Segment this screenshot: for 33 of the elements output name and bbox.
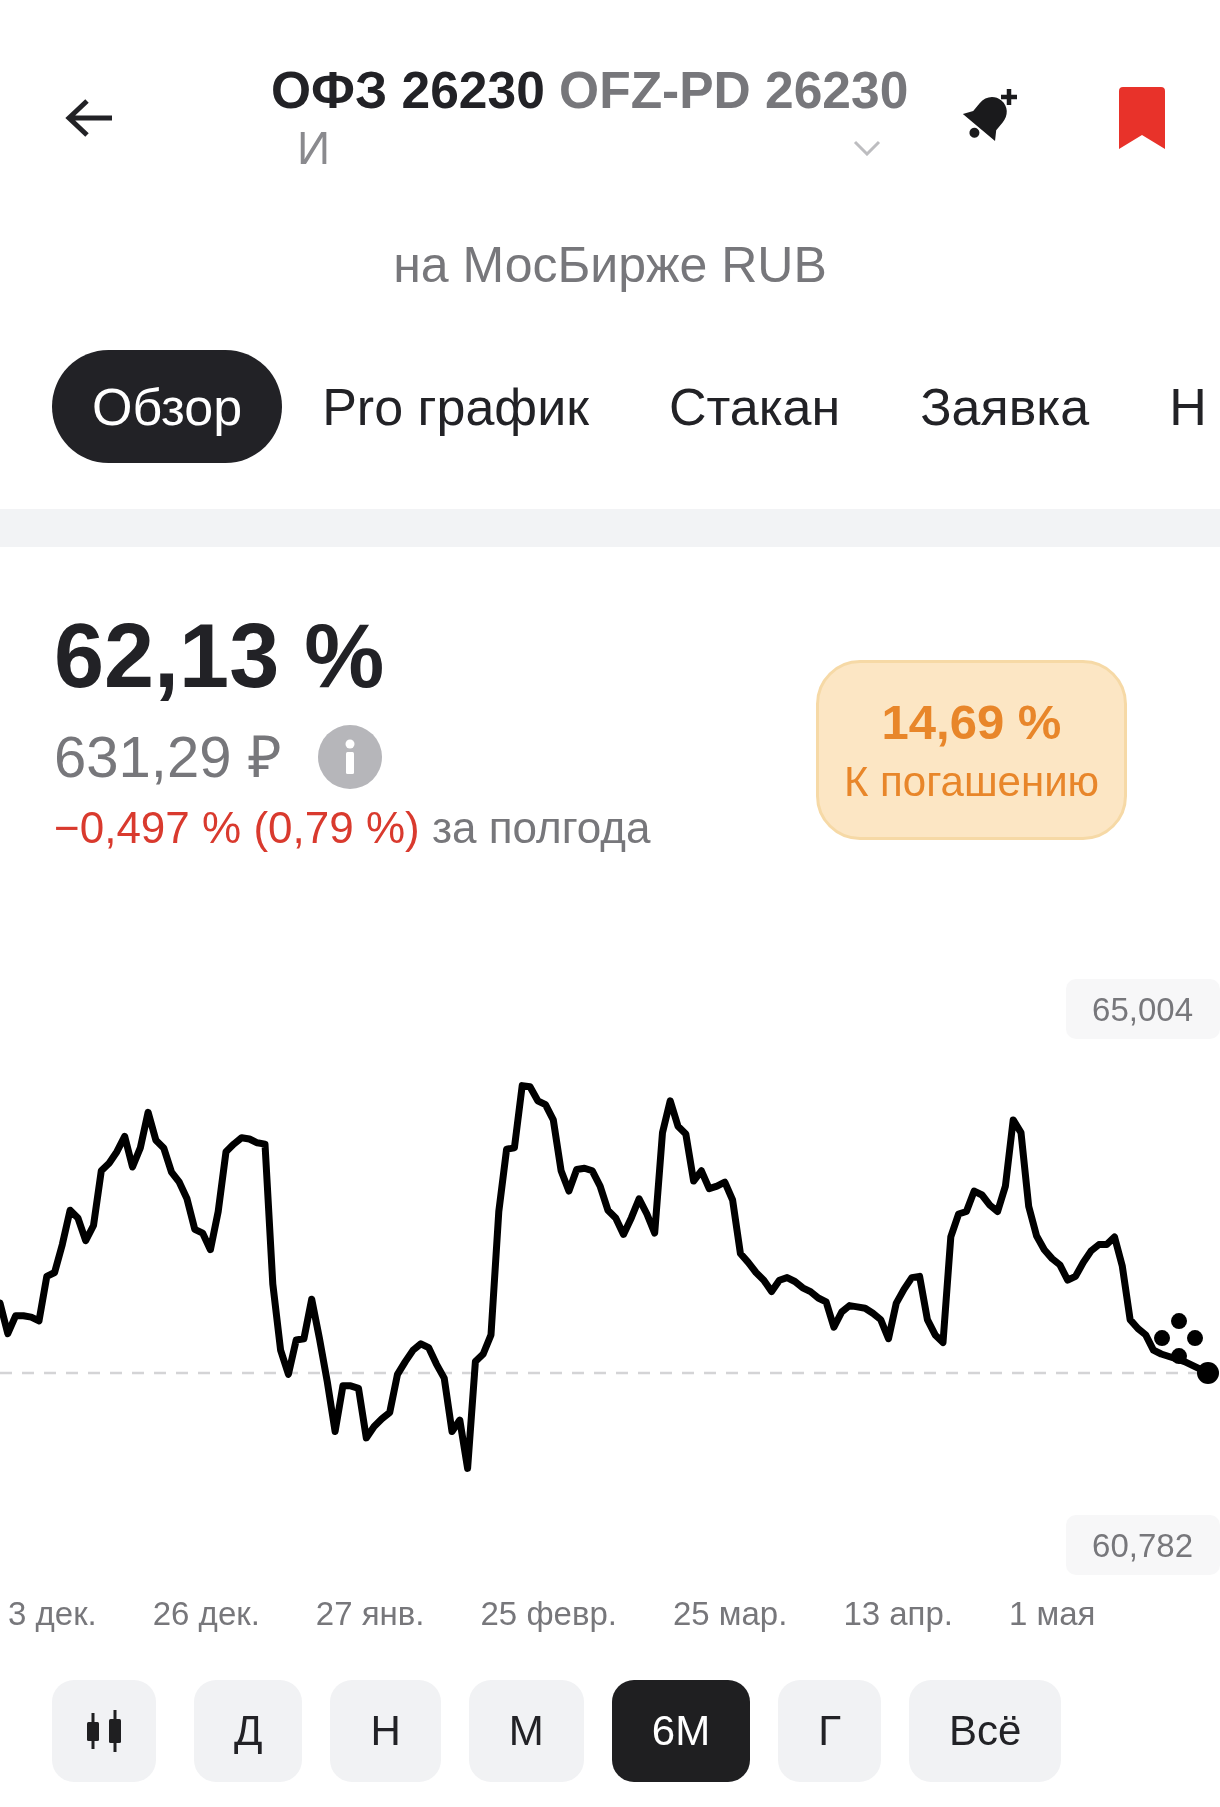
- date-label: 27 янв.: [315, 1594, 425, 1634]
- period-button[interactable]: М: [468, 1680, 584, 1782]
- period-button[interactable]: 6М: [611, 1680, 751, 1782]
- chart-type-button[interactable]: [52, 1680, 156, 1782]
- date-label: 3 дек.: [8, 1594, 97, 1634]
- bond-title: ОФЗ 26230 OFZ-PD 26230: [271, 60, 909, 120]
- tab[interactable]: Pro график: [322, 376, 589, 437]
- yield-value: 14,69 %: [881, 694, 1062, 750]
- last-price-marker: [1197, 1362, 1219, 1385]
- period-button[interactable]: Г: [778, 1680, 881, 1782]
- bookmark-icon[interactable]: [1119, 87, 1165, 149]
- period-button[interactable]: Н: [330, 1680, 441, 1782]
- period-button[interactable]: Д: [194, 1680, 303, 1782]
- date-label: 13 апр.: [843, 1594, 953, 1634]
- period-button[interactable]: Всё: [908, 1680, 1062, 1782]
- tab[interactable]: Заявка: [920, 376, 1090, 437]
- dot-cluster-icon: [1154, 1313, 1203, 1365]
- scale-label: 60,782: [1092, 1527, 1193, 1564]
- chevron-down-icon: [853, 140, 881, 156]
- tab[interactable]: Н: [1169, 376, 1207, 437]
- tab[interactable]: Обзор: [52, 350, 283, 463]
- exchange-label: на МосБирже RUB: [393, 236, 827, 294]
- back-arrow-icon[interactable]: [64, 98, 114, 138]
- price-change: −0,497 % (0,79 %) за полгода: [54, 802, 651, 854]
- date-label: 25 мар.: [672, 1594, 788, 1634]
- date-label: 1 мая: [1009, 1594, 1096, 1634]
- tab[interactable]: Стакан: [668, 376, 841, 437]
- price-rub: 631,29 ₽: [54, 725, 282, 789]
- scale-label: 65,004: [1092, 991, 1193, 1028]
- price-percent: 62,13 %: [54, 606, 385, 706]
- date-label: 25 февр.: [480, 1594, 617, 1634]
- yield-label: К погашению: [843, 758, 1100, 806]
- date-label: 26 дек.: [152, 1594, 260, 1634]
